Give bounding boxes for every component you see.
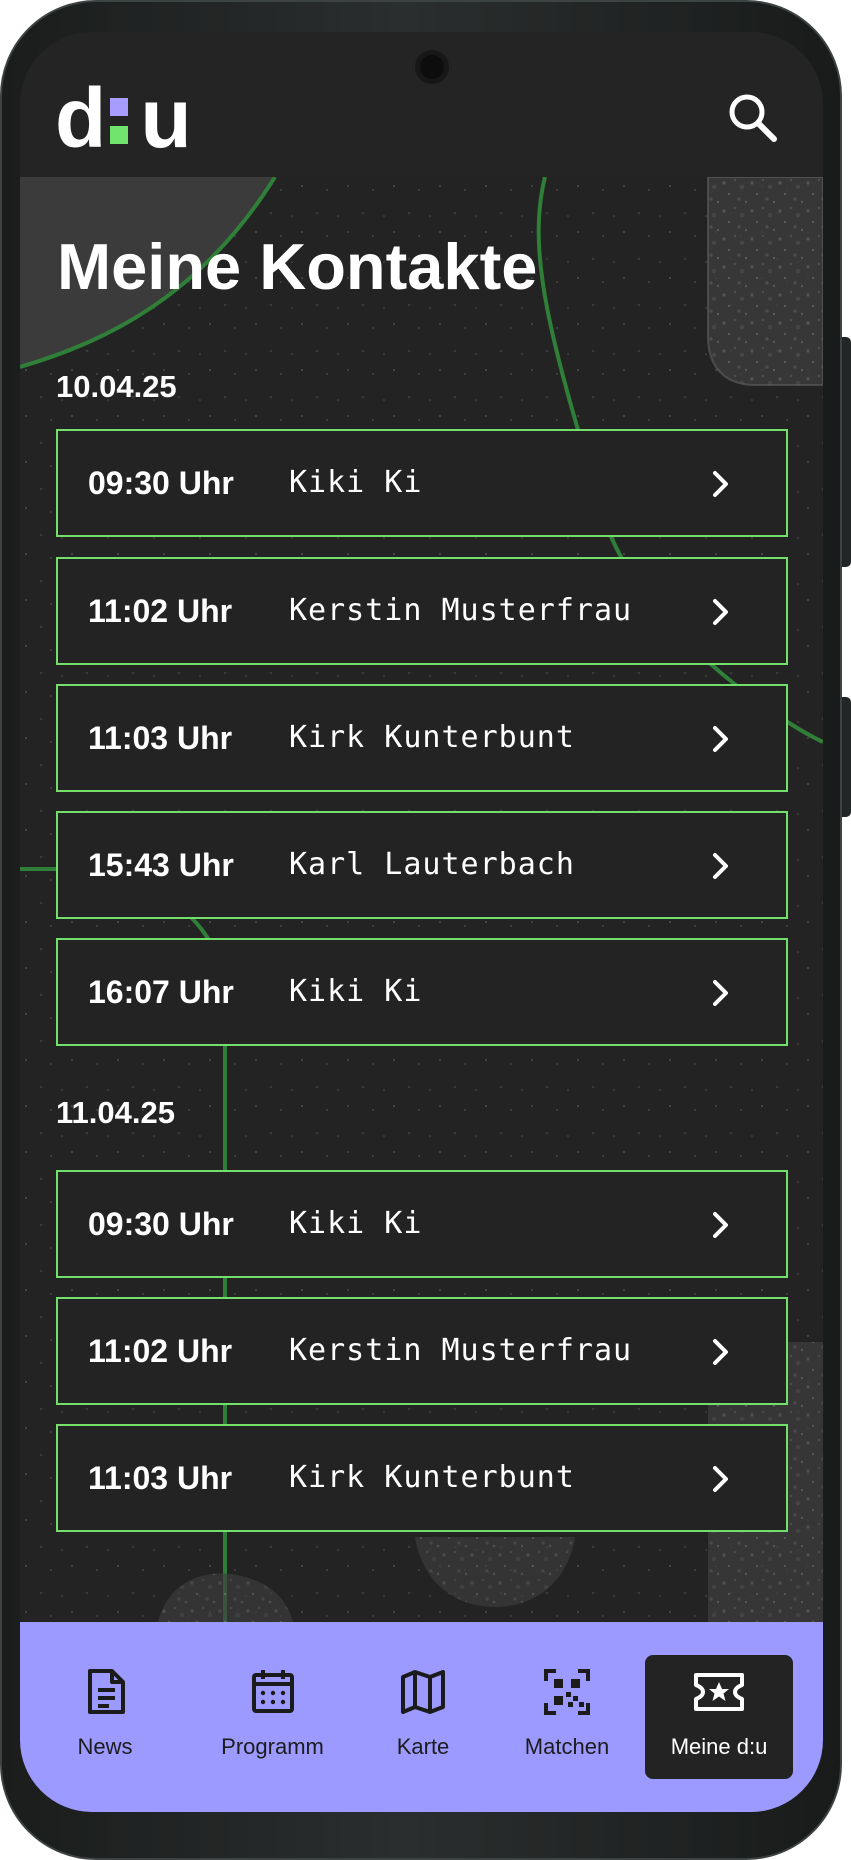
- contact-row[interactable]: 11:03 Uhr Kirk Kunterbunt: [56, 1424, 788, 1532]
- chevron-right-icon: [713, 471, 728, 497]
- contact-name: Kiki Ki: [289, 1206, 423, 1241]
- chevron-right-icon: [713, 1212, 728, 1238]
- date-heading: 10.04.25: [56, 369, 177, 404]
- nav-news[interactable]: News: [50, 1655, 160, 1779]
- contact-row[interactable]: 16:07 Uhr Kiki Ki: [56, 938, 788, 1046]
- contact-time: 11:03 Uhr: [88, 720, 233, 756]
- contact-name: Kiki Ki: [289, 974, 423, 1009]
- logo-purple-dot: [110, 98, 129, 116]
- search-button[interactable]: [725, 90, 783, 148]
- contact-name: Kerstin Musterfrau: [289, 593, 633, 628]
- nav-label: Meine d:u: [670, 1734, 768, 1759]
- contact-time: 11:03 Uhr: [88, 1460, 233, 1496]
- chevron-right-icon: [713, 1466, 728, 1492]
- du-logo[interactable]: d u: [55, 71, 192, 165]
- contact-name: Kirk Kunterbunt: [289, 720, 575, 755]
- nav-label: Programm: [221, 1734, 324, 1759]
- page-title: Meine Kontakte: [57, 230, 538, 303]
- nav-label: News: [77, 1734, 133, 1759]
- contact-name: Karl Lauterbach: [289, 847, 575, 882]
- logo-colon-icon: [110, 98, 129, 144]
- nav-matchen[interactable]: Matchen: [497, 1655, 637, 1779]
- contact-time: 09:30 Uhr: [88, 465, 234, 501]
- nav-karte[interactable]: Karte: [378, 1655, 468, 1779]
- phone-side-button: [842, 697, 851, 817]
- bottom-navigation: News Programm Karte Matchen Meine d:u: [20, 1622, 823, 1812]
- contact-time: 11:02 Uhr: [88, 593, 233, 629]
- contact-name: Kerstin Musterfrau: [289, 1333, 633, 1368]
- nav-label: Matchen: [524, 1734, 610, 1759]
- contacts-content[interactable]: Meine Kontakte 10.04.25 09:30 Uhr Kiki K…: [20, 177, 823, 1622]
- logo-left-letter: d: [55, 71, 106, 165]
- qr-code-icon: [544, 1669, 590, 1715]
- contact-time: 11:02 Uhr: [88, 1333, 233, 1369]
- contact-name: Kirk Kunterbunt: [289, 1460, 575, 1495]
- phone-side-button: [842, 337, 851, 567]
- map-icon: [401, 1670, 445, 1714]
- contact-row[interactable]: 09:30 Uhr Kiki Ki: [56, 1170, 788, 1278]
- contact-time: 15:43 Uhr: [88, 847, 234, 883]
- contact-row[interactable]: 11:02 Uhr Kerstin Musterfrau: [56, 557, 788, 665]
- chevron-right-icon: [713, 853, 728, 879]
- contact-name: Kiki Ki: [289, 465, 423, 500]
- news-icon: [88, 1669, 125, 1714]
- chevron-right-icon: [713, 599, 728, 625]
- chevron-right-icon: [713, 980, 728, 1006]
- front-camera: [415, 50, 449, 84]
- contact-row[interactable]: 15:43 Uhr Karl Lauterbach: [56, 811, 788, 919]
- calendar-icon: [251, 1670, 294, 1713]
- app-screen: d u Meine Kontakte 10.04.25 09:30 Uhr Ki…: [20, 32, 823, 1812]
- chevron-right-icon: [713, 726, 728, 752]
- contact-time: 16:07 Uhr: [88, 974, 234, 1010]
- logo-green-dot: [110, 126, 129, 144]
- contact-time: 09:30 Uhr: [88, 1206, 234, 1242]
- device-screenshot: d u Meine Kontakte 10.04.25 09:30 Uhr Ki…: [0, 0, 851, 1860]
- chevron-right-icon: [713, 1339, 728, 1365]
- app-header: d u: [20, 32, 823, 177]
- contact-row[interactable]: 11:02 Uhr Kerstin Musterfrau: [56, 1297, 788, 1405]
- logo-right-letter: u: [140, 71, 191, 165]
- search-icon: [729, 94, 777, 142]
- contact-row[interactable]: 09:30 Uhr Kiki Ki: [56, 429, 788, 537]
- contact-row[interactable]: 11:03 Uhr Kirk Kunterbunt: [56, 684, 788, 792]
- nav-label: Karte: [396, 1734, 450, 1759]
- ticket-star-icon: [694, 1673, 744, 1711]
- nav-programm[interactable]: Programm: [190, 1655, 355, 1779]
- nav-meine-du[interactable]: Meine d:u: [645, 1655, 793, 1779]
- date-heading: 11.04.25: [56, 1095, 175, 1130]
